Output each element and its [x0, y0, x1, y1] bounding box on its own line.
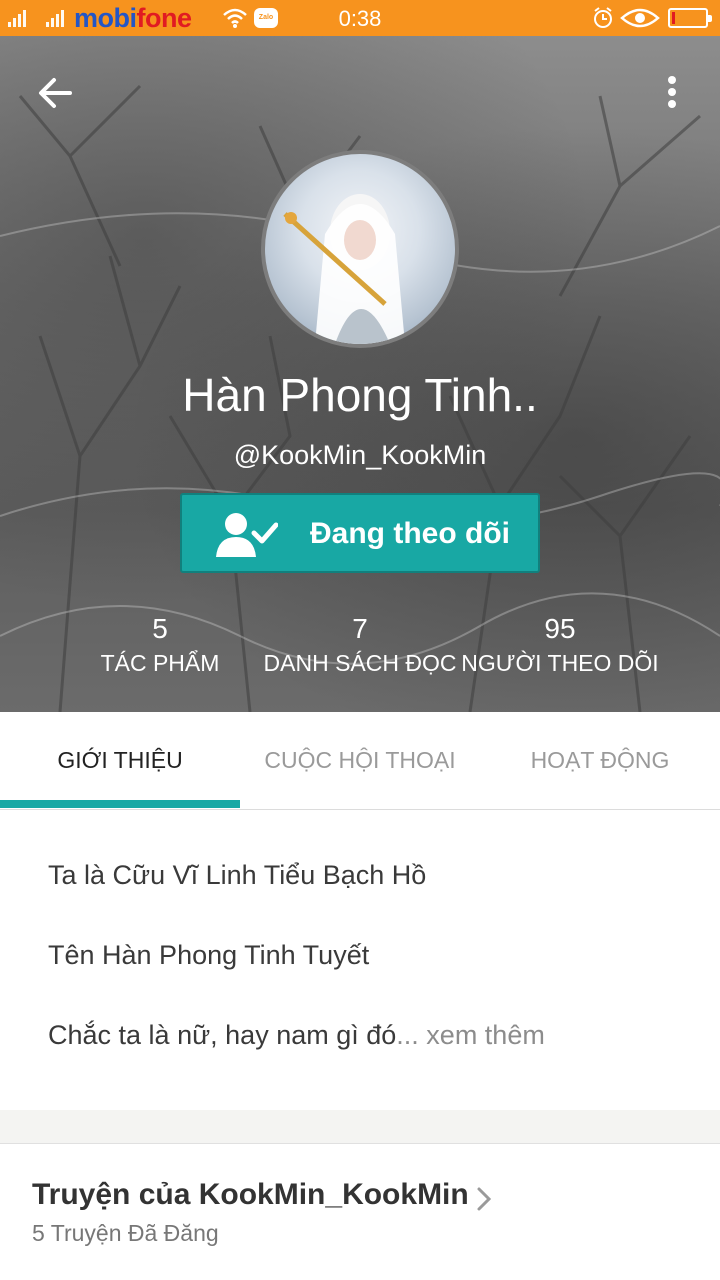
eye-icon: [620, 8, 660, 28]
tab-activity[interactable]: HOẠT ĐỘNG: [480, 712, 720, 810]
tab-conversations[interactable]: CUỘC HỘI THOẠI: [240, 712, 480, 810]
stat-value: 5: [152, 613, 168, 644]
following-button[interactable]: Đang theo dõi: [180, 493, 540, 573]
stories-count: 5 Truyện Đã Đăng: [32, 1220, 219, 1246]
avatar: [261, 150, 459, 348]
stat-label: NGƯỜI THEO DÕI: [461, 650, 659, 676]
username-handle: @KookMin_KookMin: [233, 440, 487, 470]
stat-works[interactable]: 5 TÁC PHẨM: [60, 612, 260, 677]
more-vert-icon[interactable]: [660, 76, 684, 112]
chevron-right-icon[interactable]: [476, 1186, 492, 1212]
section-divider: [0, 1110, 720, 1144]
about-line: Ta là Cữu Vĩ Linh Tiểu Bạch Hồ: [48, 860, 427, 890]
stat-label: TÁC PHẨM: [100, 650, 220, 676]
active-tab-indicator: [0, 800, 240, 808]
profile-header: Hàn Phong Tinh.. @KookMin_KookMin Đang t…: [0, 36, 720, 712]
back-arrow-icon[interactable]: [36, 74, 74, 112]
tab-about[interactable]: GIỚI THIỆU: [0, 712, 240, 810]
stat-value: 7: [352, 613, 368, 644]
stat-value: 95: [544, 613, 576, 644]
status-bar: mobifone Zalo 0:38: [0, 0, 720, 36]
about-line: Tên Hàn Phong Tinh Tuyết: [48, 940, 370, 970]
alarm-icon: [594, 7, 612, 28]
about-text: Chắc ta là nữ, hay nam gì đó: [48, 1020, 397, 1050]
display-name: Hàn Phong Tinh..: [182, 369, 538, 421]
person-check-icon: [216, 513, 278, 557]
ellipsis: ...: [396, 1020, 419, 1050]
stat-reading-lists[interactable]: 7 DANH SÁCH ĐỌC: [260, 612, 460, 677]
stories-section-title[interactable]: Truyện của KookMin_KookMin: [32, 1178, 469, 1212]
see-more-link[interactable]: xem thêm: [419, 1020, 545, 1050]
about-line: Chắc ta là nữ, hay nam gì đó... xem thêm: [48, 1020, 545, 1051]
battery-icon: [668, 8, 712, 28]
following-button-label: Đang theo dõi: [310, 517, 510, 550]
stat-label: DANH SÁCH ĐỌC: [263, 650, 457, 676]
avatar-figure: [283, 194, 405, 344]
stat-followers[interactable]: 95 NGƯỜI THEO DÕI: [460, 612, 660, 677]
profile-tabs: GIỚI THIỆU CUỘC HỘI THOẠI HOẠT ĐỘNG: [0, 712, 720, 810]
